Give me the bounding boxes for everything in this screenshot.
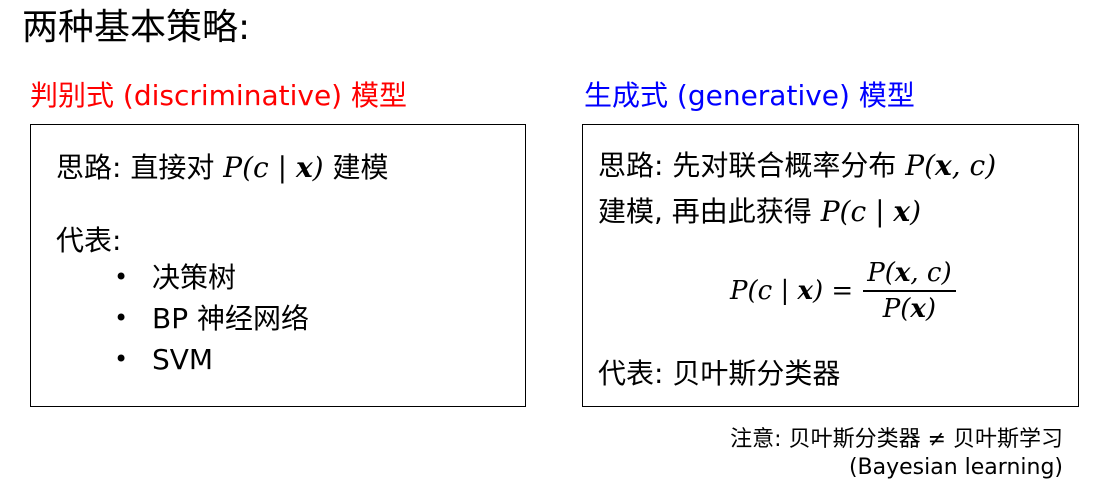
generative-idea-line2: 建模, 再由此获得 P(c | x)	[598, 194, 921, 230]
generative-idea-line1: 思路: 先对联合概率分布 P(x, c)	[598, 148, 996, 184]
formula-p-c-given-x: P(c | x)	[223, 151, 324, 184]
discriminative-rep-label: 代表:	[56, 224, 122, 257]
bayes-formula: P(c | x) = P(x, c) P(x)	[730, 256, 956, 326]
discriminative-heading: 判别式 (discriminative) 模型	[30, 79, 407, 112]
discriminative-idea-suffix: 建模	[332, 151, 389, 184]
list-item: BP 神经网络	[114, 298, 309, 339]
page-title: 两种基本策略:	[22, 7, 251, 48]
formula-p-c-given-x: P(c | x)	[820, 195, 922, 228]
generative-heading: 生成式 (generative) 模型	[584, 79, 915, 112]
formula-p-x-c: P(x, c)	[905, 149, 997, 182]
note-line2: (Bayesian learning)	[848, 455, 1063, 480]
bayes-denominator: P(x)	[882, 294, 937, 324]
note-line1: 注意: 贝叶斯分类器 ≠ 贝叶斯学习	[730, 427, 1063, 452]
bayes-formula-lhs: P(c | x) =	[730, 276, 854, 306]
bayes-numerator: P(x, c)	[867, 258, 952, 288]
list-item: 决策树	[114, 257, 309, 298]
discriminative-idea: 思路: 直接对 P(c | x) 建模	[56, 150, 389, 186]
bayes-fraction: P(x, c) P(x)	[863, 256, 956, 326]
generative-idea-text2: 建模, 再由此获得	[598, 195, 812, 228]
generative-idea-text1: 思路: 先对联合概率分布	[598, 149, 897, 182]
discriminative-list: 决策树 BP 神经网络 SVM	[114, 257, 309, 380]
list-item: SVM	[114, 339, 309, 380]
discriminative-idea-label: 思路: 直接对	[56, 151, 215, 184]
generative-rep: 代表: 贝叶斯分类器	[598, 357, 841, 390]
